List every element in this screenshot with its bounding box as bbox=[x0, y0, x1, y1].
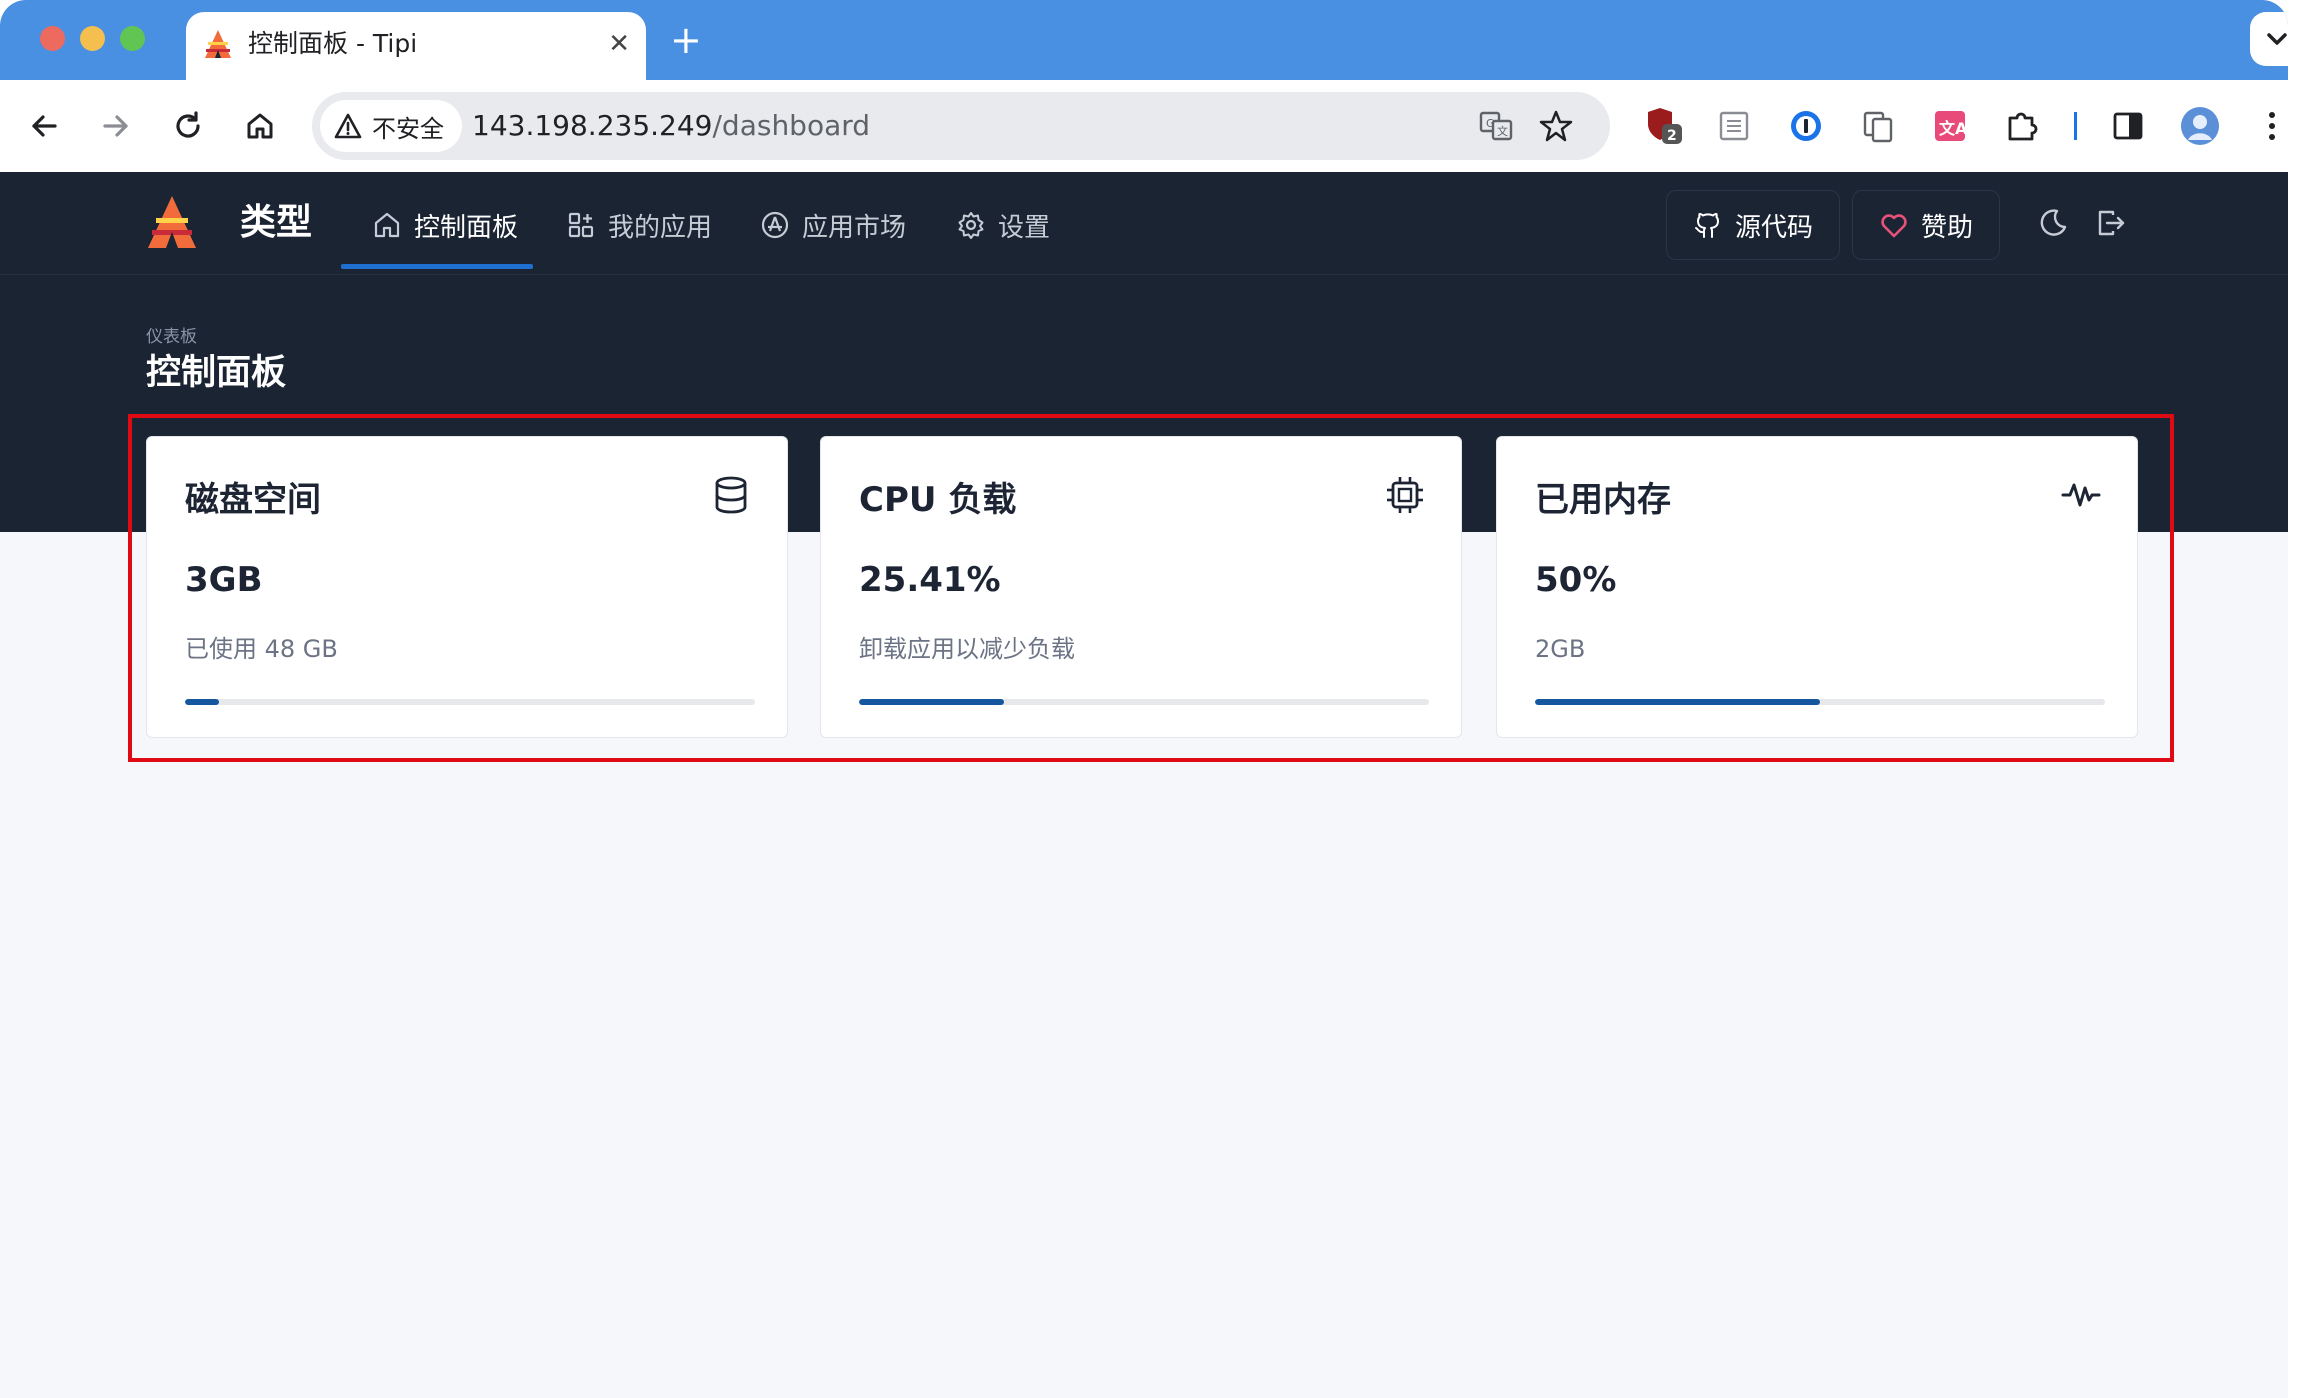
tab-strip: 控制面板 - Tipi ✕ + bbox=[0, 0, 2288, 80]
reload-button[interactable] bbox=[166, 104, 210, 148]
github-icon bbox=[1695, 213, 1719, 238]
theme-toggle-button[interactable] bbox=[2030, 200, 2076, 246]
url-text[interactable]: 143.198.235.249/dashboard bbox=[472, 106, 870, 146]
reader-extension[interactable] bbox=[1710, 102, 1758, 150]
url-path: /dashboard bbox=[712, 109, 871, 142]
copy-icon bbox=[1863, 111, 1893, 143]
logout-icon bbox=[2098, 210, 2125, 236]
tipi-favicon-icon bbox=[205, 30, 231, 58]
url-host: 143.198.235.249 bbox=[472, 109, 713, 142]
nav-item-app-store[interactable]: 应用市场 bbox=[760, 200, 906, 250]
back-button[interactable] bbox=[22, 104, 66, 148]
moon-icon bbox=[2040, 209, 2067, 236]
ublock-extension[interactable]: 2 bbox=[1640, 102, 1688, 150]
source-code-button[interactable]: 源代码 bbox=[1666, 190, 1841, 260]
tipi-logo-icon[interactable] bbox=[146, 194, 198, 250]
page-pretitle: 仪表板 bbox=[146, 327, 197, 347]
shield-icon: 2 bbox=[1648, 108, 1682, 144]
highlight-box bbox=[128, 414, 2174, 762]
extensions-button[interactable] bbox=[1998, 102, 2046, 150]
translate-icon: G 文 bbox=[1479, 111, 1513, 141]
svg-text:文: 文 bbox=[1497, 124, 1508, 138]
nav-label: 设置 bbox=[998, 212, 1051, 243]
document-icon bbox=[1719, 111, 1749, 141]
arrow-right-icon bbox=[103, 115, 128, 137]
translator-extension[interactable]: 文A bbox=[1926, 102, 1974, 150]
arrow-left-icon bbox=[32, 115, 57, 137]
tab-close-icon[interactable]: ✕ bbox=[608, 26, 630, 62]
security-chip[interactable]: 不安全 bbox=[320, 100, 462, 152]
copy-extension[interactable] bbox=[1854, 102, 1902, 150]
bookmark-button[interactable] bbox=[1536, 106, 1576, 146]
heart-icon bbox=[1881, 214, 1907, 238]
puzzle-icon bbox=[2008, 112, 2038, 141]
nav-item-dashboard[interactable]: 控制面板 bbox=[372, 200, 518, 250]
star-icon bbox=[1539, 110, 1573, 142]
svg-text:文A: 文A bbox=[1939, 119, 1967, 138]
home-icon bbox=[374, 212, 400, 238]
apps-icon bbox=[568, 212, 594, 238]
sponsor-label: 赞助 bbox=[1921, 212, 1974, 243]
more-vertical-icon bbox=[2269, 112, 2275, 140]
svg-text:G: G bbox=[1486, 117, 1495, 130]
app-store-icon bbox=[761, 211, 789, 239]
settings-icon bbox=[958, 212, 984, 239]
extension-badge: 2 bbox=[1667, 128, 1677, 144]
nav-item-settings[interactable]: 设置 bbox=[956, 200, 1050, 250]
browser-menu-button[interactable] bbox=[2248, 102, 2288, 150]
app-navbar: 类型 控制面板 我的应用 应用市场 设置 源代码 赞助 bbox=[0, 172, 2288, 275]
new-tab-button[interactable]: + bbox=[670, 20, 702, 60]
browser-window: 控制面板 - Tipi ✕ + 不安全 143.198.235.249/dash… bbox=[0, 0, 2288, 1398]
browser-tab[interactable]: 控制面板 - Tipi ✕ bbox=[186, 12, 646, 80]
logout-button[interactable] bbox=[2088, 200, 2134, 246]
page-title: 控制面板 bbox=[146, 353, 287, 393]
reload-icon bbox=[176, 111, 200, 138]
password-manager-extension[interactable] bbox=[1782, 102, 1830, 150]
nav-active-indicator bbox=[341, 264, 533, 269]
translator-icon: 文A bbox=[1935, 111, 1967, 141]
tab-title: 控制面板 - Tipi bbox=[248, 29, 418, 58]
warning-icon bbox=[334, 113, 362, 139]
source-code-label: 源代码 bbox=[1735, 212, 1814, 243]
home-icon bbox=[247, 113, 273, 139]
security-label: 不安全 bbox=[372, 114, 444, 143]
nav-label: 我的应用 bbox=[608, 212, 713, 243]
address-bar[interactable]: 不安全 143.198.235.249/dashboard G 文 bbox=[312, 92, 1610, 160]
nav-label: 应用市场 bbox=[802, 212, 907, 243]
tab-search-button[interactable] bbox=[2250, 12, 2288, 66]
toolbar-divider bbox=[2074, 112, 2077, 140]
nav-item-my-apps[interactable]: 我的应用 bbox=[566, 200, 712, 250]
minimize-window-button[interactable] bbox=[80, 26, 105, 51]
sponsor-button[interactable]: 赞助 bbox=[1852, 190, 2001, 260]
maximize-window-button[interactable] bbox=[120, 26, 145, 51]
close-window-button[interactable] bbox=[40, 26, 65, 51]
side-panel-icon bbox=[2113, 112, 2143, 140]
password-manager-icon bbox=[1791, 111, 1821, 141]
brand-name[interactable]: 类型 bbox=[240, 198, 312, 248]
home-button[interactable] bbox=[238, 104, 282, 148]
forward-button[interactable] bbox=[94, 104, 138, 148]
browser-toolbar: 不安全 143.198.235.249/dashboard G 文 2 文A bbox=[0, 80, 2288, 172]
profile-avatar[interactable] bbox=[2176, 102, 2224, 150]
avatar-icon bbox=[2181, 107, 2219, 145]
side-panel-button[interactable] bbox=[2104, 102, 2152, 150]
nav-label: 控制面板 bbox=[414, 212, 519, 243]
chevron-down-icon bbox=[2267, 33, 2287, 45]
translate-button[interactable]: G 文 bbox=[1476, 106, 1516, 146]
